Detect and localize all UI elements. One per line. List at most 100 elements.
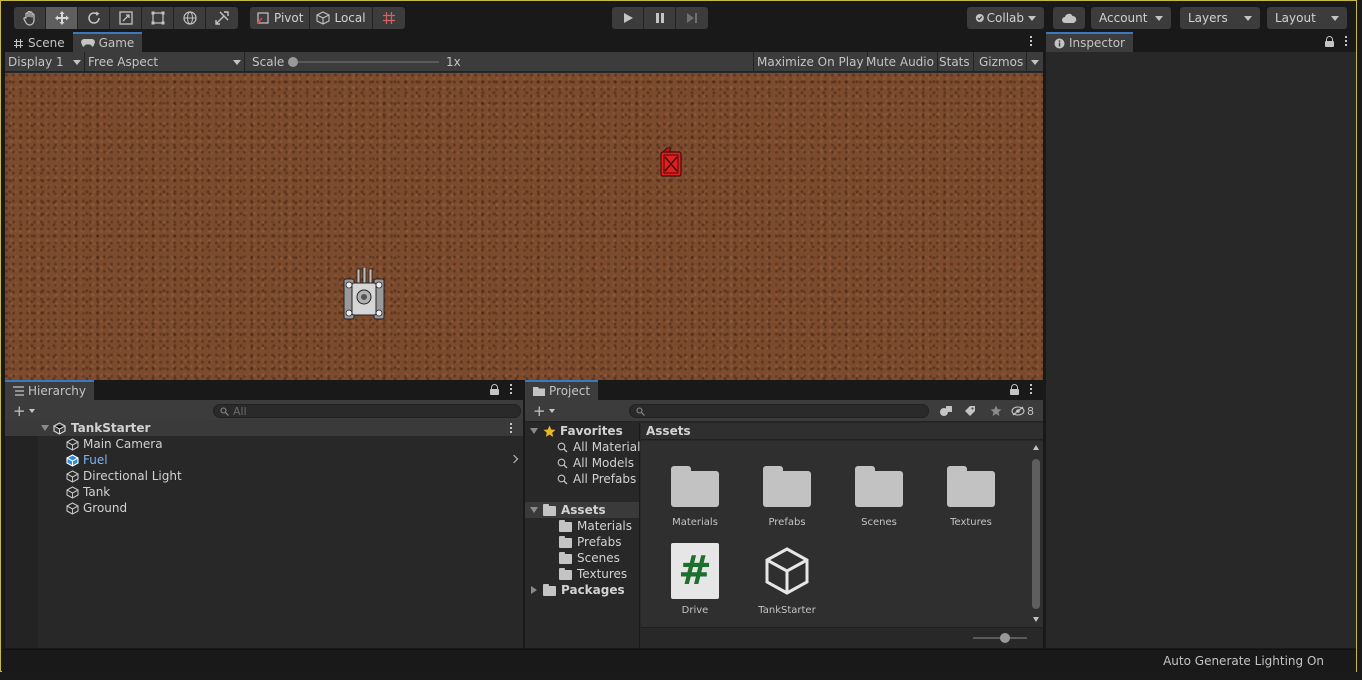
lock-icon[interactable] <box>490 384 499 395</box>
scrollbar-thumb[interactable] <box>1032 459 1040 609</box>
create-asset-button[interactable]: + <box>533 402 555 420</box>
expand-triangle-icon[interactable] <box>530 428 538 434</box>
stats-button[interactable]: Stats <box>936 52 974 72</box>
pivot-button[interactable]: Pivot <box>250 7 311 29</box>
move-arrows-icon <box>54 11 69 25</box>
assets-tree-item[interactable]: Textures <box>525 566 639 582</box>
hand-tool-button[interactable] <box>14 7 46 29</box>
collab-dropdown[interactable]: Collab <box>967 7 1044 29</box>
eye-slash-icon <box>1011 406 1025 416</box>
search-icon <box>557 458 568 469</box>
move-tool-button[interactable] <box>46 7 78 29</box>
aspect-dropdown[interactable]: Free Aspect <box>85 52 245 72</box>
favorites-filter-button[interactable] <box>985 402 1007 420</box>
grid-snap-button[interactable] <box>373 7 405 29</box>
tab-hierarchy[interactable]: Hierarchy <box>5 380 95 400</box>
inspector-menu-icon[interactable] <box>1344 36 1348 46</box>
layout-dropdown[interactable]: Layout <box>1267 7 1347 29</box>
pivot-label: Pivot <box>274 11 304 25</box>
rotate-tool-button[interactable] <box>78 7 110 29</box>
folder-icon <box>559 568 572 580</box>
game-menu-icon[interactable] <box>1029 36 1033 46</box>
hierarchy-title: Hierarchy <box>28 384 87 398</box>
pause-button[interactable] <box>644 7 676 29</box>
assets-tree-item[interactable]: Prefabs <box>525 534 639 550</box>
game-viewport[interactable] <box>5 73 1043 380</box>
favorites-row[interactable]: Favorites <box>525 423 639 439</box>
create-button[interactable]: + <box>13 402 35 420</box>
lock-icon[interactable] <box>1010 384 1019 395</box>
hidden-packages-button[interactable]: 8 <box>1011 402 1034 420</box>
scene-menu-icon[interactable] <box>509 423 513 433</box>
packages-row[interactable]: Packages <box>525 582 639 598</box>
scroll-down-icon[interactable] <box>1033 617 1039 622</box>
chevron-right-icon[interactable] <box>509 454 519 464</box>
asset-item[interactable]: Materials <box>655 455 735 528</box>
account-dropdown[interactable]: Account <box>1091 7 1171 29</box>
hierarchy-item[interactable]: Fuel <box>5 452 523 468</box>
assets-root-row[interactable]: Assets <box>525 502 639 518</box>
hierarchy-item[interactable]: Directional Light <box>5 468 523 484</box>
tab-game[interactable]: Game <box>72 32 143 52</box>
display-dropdown[interactable]: Display 1 <box>5 52 85 72</box>
asset-item[interactable]: Prefabs <box>747 455 827 528</box>
expand-triangle-icon[interactable] <box>41 425 49 431</box>
expand-triangle-icon[interactable] <box>530 507 538 513</box>
hierarchy-item[interactable]: Main Camera <box>5 436 523 452</box>
favorite-item[interactable]: All Materials <box>525 439 647 455</box>
breadcrumb[interactable]: Assets <box>641 423 1043 440</box>
search-by-label-button[interactable] <box>959 402 981 420</box>
search-by-type-button[interactable] <box>935 402 957 420</box>
assets-tree-item[interactable]: Scenes <box>525 550 639 566</box>
scale-tool-button[interactable] <box>110 7 142 29</box>
mute-audio-button[interactable]: Mute Audio <box>863 52 938 72</box>
asset-item[interactable]: Scenes <box>839 455 919 528</box>
asset-item-label: Scenes <box>861 517 897 528</box>
gizmos-dropdown[interactable] <box>1027 52 1043 72</box>
transform-tool-button[interactable] <box>174 7 206 29</box>
asset-scrollbar[interactable] <box>1029 441 1043 627</box>
chevron-down-icon <box>1244 15 1252 21</box>
folder-icon <box>559 552 572 564</box>
asset-item[interactable]: Textures <box>931 455 1011 528</box>
favorite-item-label: All Prefabs <box>573 472 637 486</box>
scale-slider-track[interactable] <box>293 61 439 63</box>
tab-scene[interactable]: Scene <box>5 32 73 52</box>
tab-inspector[interactable]: Inspector <box>1046 32 1133 52</box>
list-icon <box>13 386 24 396</box>
chevron-down-icon <box>1155 15 1164 21</box>
project-menu-icon[interactable] <box>1029 384 1033 394</box>
play-button[interactable] <box>612 7 644 29</box>
favorite-item[interactable]: All Models <box>525 455 639 471</box>
hierarchy-item[interactable]: Tank <box>5 484 523 500</box>
scale-slider-thumb[interactable] <box>288 57 298 67</box>
assets-tree-item[interactable]: Materials <box>525 518 639 534</box>
asset-item[interactable]: # Drive <box>655 543 735 616</box>
hierarchy-search-input[interactable]: All <box>213 404 521 418</box>
favorites-label: Favorites <box>560 424 623 438</box>
gizmos-button[interactable]: Gizmos <box>976 52 1028 72</box>
asset-item-label: Textures <box>950 517 992 528</box>
hierarchy-item[interactable]: Ground <box>5 500 523 516</box>
lock-icon[interactable] <box>1325 36 1334 47</box>
local-button[interactable]: Local <box>310 7 373 29</box>
custom-tool-button[interactable] <box>206 7 238 29</box>
rect-tool-button[interactable] <box>142 7 174 29</box>
expand-triangle-icon[interactable] <box>531 586 537 594</box>
icon-size-slider-thumb[interactable] <box>1000 633 1010 643</box>
asset-item[interactable]: TankStarter <box>747 543 827 616</box>
layers-dropdown[interactable]: Layers <box>1180 7 1260 29</box>
tab-project[interactable]: Project <box>525 380 599 400</box>
scene-header-row[interactable]: TankStarter <box>5 420 523 436</box>
scale-label: Scale <box>252 55 285 69</box>
folder-open-icon <box>543 504 556 516</box>
hierarchy-menu-icon[interactable] <box>509 384 513 394</box>
step-button[interactable] <box>676 7 708 29</box>
asset-item-label: Prefabs <box>768 517 806 528</box>
cloud-button[interactable] <box>1053 7 1085 29</box>
project-search-input[interactable] <box>629 404 929 418</box>
scroll-up-icon[interactable] <box>1033 445 1039 450</box>
maximize-on-play-button[interactable]: Maximize On Play <box>753 52 868 72</box>
favorite-item[interactable]: All Prefabs <box>525 471 639 487</box>
hierarchy-item-label: Tank <box>83 485 111 499</box>
